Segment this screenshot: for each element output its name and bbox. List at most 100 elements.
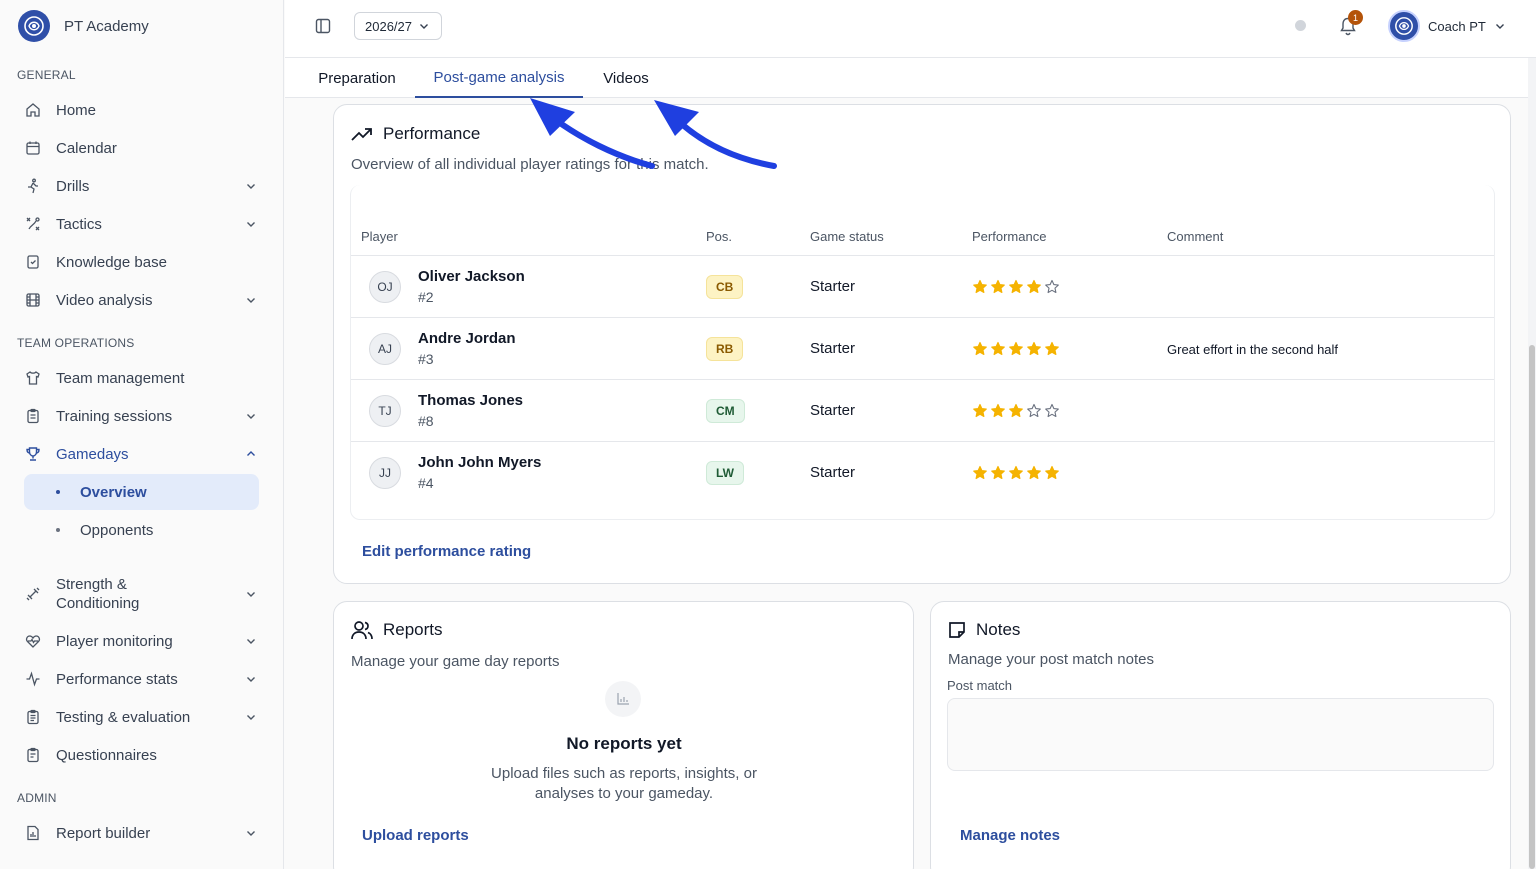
star-empty-icon (1045, 279, 1059, 294)
chevron-down-icon[interactable] (242, 670, 260, 688)
sidebar-item-knowledge-base[interactable]: Knowledge base (24, 244, 260, 280)
card-title-text: Notes (976, 620, 1021, 639)
tactics-icon (24, 215, 42, 233)
sidebar-item-label: Report builder (56, 824, 151, 842)
brand-logo-icon (18, 10, 50, 42)
sticky-note-icon (949, 622, 965, 638)
brand[interactable]: PT Academy (0, 0, 283, 52)
sidebar-item-testing-evaluation[interactable]: Testing & evaluation (24, 699, 260, 735)
chevron-down-icon[interactable] (242, 824, 260, 842)
sidebar-subitem-label: Opponents (80, 521, 154, 539)
sidebar-item-team-management[interactable]: Team management (24, 360, 260, 396)
table-row[interactable]: JJ John John Myers #4 LW Starter (351, 441, 1494, 503)
chevron-down-icon[interactable] (242, 585, 260, 603)
brand-name: PT Academy (64, 17, 149, 35)
star-filled-icon (1009, 403, 1023, 418)
sidebar-item-video-analysis[interactable]: Video analysis (24, 282, 260, 318)
tab-post-game-analysis[interactable]: Post-game analysis (415, 58, 583, 98)
avatar: JJ (369, 457, 401, 489)
running-icon (24, 177, 42, 195)
notes-title: Notes (948, 620, 1020, 640)
game-status: Starter (810, 464, 856, 481)
clipboard-text-icon (24, 746, 42, 764)
season-select[interactable]: 2026/27 (354, 12, 442, 40)
performance-subtitle: Overview of all individual player rating… (351, 156, 709, 173)
sidebar-item-label: Questionnaires (56, 746, 157, 764)
sidebar: PT Academy GENERAL Home Calendar Drills … (0, 0, 284, 869)
star-rating (972, 341, 1062, 357)
dumbbell-icon (24, 585, 42, 603)
sidebar-toggle-icon[interactable] (314, 17, 332, 35)
column-header-game-status: Game status (810, 229, 884, 244)
game-status: Starter (810, 402, 856, 419)
sidebar-item-label: Video analysis (56, 291, 153, 309)
sidebar-subitem-overview[interactable]: Overview (24, 474, 259, 510)
post-match-notes-field[interactable] (947, 698, 1494, 771)
chevron-down-icon[interactable] (242, 177, 260, 195)
trophy-icon (24, 445, 42, 463)
sidebar-item-performance-stats[interactable]: Performance stats (24, 661, 260, 697)
chevron-down-icon[interactable] (242, 291, 260, 309)
scrollbar-thumb[interactable] (1529, 345, 1535, 869)
sidebar-item-training-sessions[interactable]: Training sessions (24, 398, 260, 434)
star-filled-icon (1009, 341, 1023, 356)
star-filled-icon (973, 403, 987, 418)
sidebar-item-tactics[interactable]: Tactics (24, 206, 260, 242)
chevron-up-icon[interactable] (242, 445, 260, 463)
sidebar-item-questionnaires[interactable]: Questionnaires (24, 737, 260, 773)
section-general: GENERAL (17, 68, 76, 82)
chevron-down-icon (418, 20, 430, 32)
section-team-operations: TEAM OPERATIONS (17, 336, 135, 350)
user-menu[interactable]: Coach PT (1388, 10, 1506, 42)
star-filled-icon (973, 341, 987, 356)
player-name: Thomas Jones (418, 392, 524, 409)
sidebar-item-label: Team management (56, 369, 185, 387)
book-check-icon (24, 253, 42, 271)
game-status: Starter (810, 278, 856, 295)
star-filled-icon (991, 403, 1005, 418)
avatar: AJ (369, 333, 401, 365)
table-row[interactable]: OJ Oliver Jackson #2 CB Starter (351, 255, 1494, 317)
sidebar-item-label: Home (56, 101, 97, 119)
chevron-down-icon[interactable] (242, 708, 260, 726)
season-value: 2026/27 (365, 18, 412, 34)
chevron-down-icon (1494, 20, 1506, 32)
sidebar-item-gamedays[interactable]: Gamedays (24, 436, 260, 472)
sidebar-item-player-monitoring[interactable]: Player monitoring (24, 623, 260, 659)
sidebar-item-strength-conditioning[interactable]: Strength & Conditioning (24, 572, 260, 616)
star-filled-icon (1027, 279, 1041, 294)
table-row[interactable]: TJ Thomas Jones #8 CM Starter (351, 379, 1494, 441)
reports-card: Reports Manage your game day reports No … (333, 601, 914, 869)
game-status: Starter (810, 340, 856, 357)
sidebar-item-calendar[interactable]: Calendar (24, 130, 260, 166)
sidebar-item-home[interactable]: Home (24, 92, 260, 128)
reports-subtitle: Manage your game day reports (351, 653, 560, 670)
player-number: #8 (418, 413, 434, 429)
star-empty-icon (1045, 403, 1059, 418)
trending-up-icon (351, 128, 372, 141)
upload-reports-link[interactable]: Upload reports (362, 827, 469, 844)
manage-notes-link[interactable]: Manage notes (960, 827, 1060, 844)
notes-subtitle: Manage your post match notes (948, 651, 1154, 668)
bullet-icon (56, 528, 60, 532)
sidebar-subitem-label: Overview (80, 483, 147, 501)
users-icon (351, 621, 373, 640)
post-match-label: Post match (947, 678, 1013, 693)
sidebar-item-label: Tactics (56, 215, 102, 233)
sidebar-item-label: Gamedays (56, 445, 129, 463)
top-bar: 2026/27 1 Coach PT (285, 0, 1536, 58)
chevron-down-icon[interactable] (242, 215, 260, 233)
performance-title: Performance (351, 124, 480, 144)
tab-videos[interactable]: Videos (591, 58, 661, 98)
chevron-down-icon[interactable] (242, 407, 260, 425)
star-filled-icon (1045, 465, 1059, 480)
player-number: #2 (418, 289, 434, 305)
sidebar-subitem-opponents[interactable]: Opponents (24, 512, 259, 548)
sidebar-item-drills[interactable]: Drills (24, 168, 260, 204)
edit-performance-rating-link[interactable]: Edit performance rating (362, 543, 531, 560)
tab-preparation[interactable]: Preparation (305, 58, 409, 98)
table-row[interactable]: AJ Andre Jordan #3 RB Starter Great effo… (351, 317, 1494, 379)
sidebar-item-report-builder[interactable]: Report builder (24, 815, 260, 851)
user-name: Coach PT (1428, 18, 1486, 34)
chevron-down-icon[interactable] (242, 632, 260, 650)
